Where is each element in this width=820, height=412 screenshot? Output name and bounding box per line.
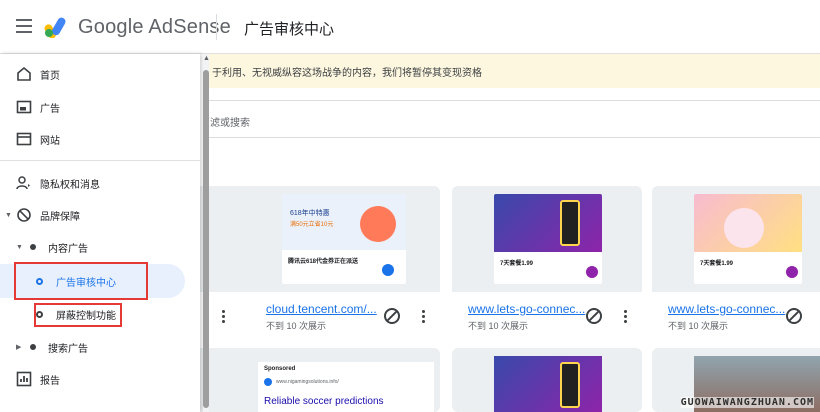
expand-arrow-icon[interactable]: ▶ [16, 343, 21, 351]
filter-placeholder: 滤或搜索 [210, 118, 250, 129]
sidebar-item-label: 网站 [40, 135, 60, 147]
ad-preview: 7天套餐1.99 [452, 186, 642, 292]
sidebar-item-home[interactable]: 首页 [0, 59, 200, 89]
ad-url-link[interactable]: www.lets-go-connec... [668, 302, 785, 316]
impressions-text: 不到 10 次展示 [266, 321, 327, 331]
sidebar-nav: 首页 广告 网站 隐私权和消息 ▼ 品牌保障 ▼ 内容广告 广告审核中心 屏蔽控… [0, 54, 200, 412]
sidebar-divider [0, 160, 200, 161]
ad-headline-link[interactable]: Reliable soccer predictions [264, 396, 384, 407]
ad-title: 7天套餐1.99 [700, 261, 734, 267]
page-title: 广告审核中心 [244, 21, 335, 38]
ad-card[interactable] [452, 348, 642, 412]
highlight-box [14, 262, 148, 300]
more-options-icon[interactable] [624, 310, 628, 324]
ad-url-link[interactable]: cloud.tencent.com/... [266, 302, 377, 316]
expand-arrow-icon[interactable]: ▼ [16, 244, 23, 251]
ad-headline: 618年中特惠 [290, 210, 330, 217]
ads-icon [16, 100, 32, 114]
sidebar-item-label: 内容广告 [48, 243, 88, 255]
sidebar-item-ads[interactable]: 广告 [0, 92, 200, 122]
sidebar-item-search-ads[interactable]: ▶ 搜索广告 [0, 332, 200, 362]
block-ad-icon[interactable] [384, 308, 400, 324]
sidebar-item-label: 搜索广告 [48, 343, 88, 355]
ad-creative: 7天套餐1.99 [494, 194, 602, 284]
sidebar-item-privacy-messaging[interactable]: 隐私权和消息 [0, 168, 200, 198]
sidebar-scroll-thumb[interactable] [203, 70, 209, 408]
header-divider [216, 14, 217, 40]
hamburger-menu-icon[interactable] [16, 19, 32, 33]
ad-card[interactable]: 7天套餐1.99 www.lets-go-connec... 不到 10 次展示 [652, 186, 820, 346]
ad-arrow-icon [382, 264, 394, 276]
bullet-icon [30, 244, 36, 250]
highlight-box [34, 303, 122, 327]
ad-creative: 7天套餐1.99 [694, 194, 802, 284]
more-options-icon[interactable] [222, 310, 226, 324]
sidebar-item-label: 首页 [40, 70, 60, 82]
watermark: GUOWAIWANGZHUAN.COM [680, 397, 814, 408]
more-options-icon[interactable] [422, 310, 426, 324]
notice-text: 于利用、无视威纵容这场战争的内容，我们将暂停其变现资格 [212, 68, 482, 79]
ad-title: 7天套餐1.99 [500, 261, 534, 267]
impressions-text: 不到 10 次展示 [668, 321, 729, 331]
impressions-text: 不到 10 次展示 [468, 321, 529, 331]
ad-preview: 618年中特惠 满50元立省10元 腾讯云618代金券正在派送 [250, 186, 440, 292]
reports-icon [16, 371, 32, 387]
privacy-messaging-icon [16, 176, 30, 190]
bullet-icon [30, 344, 36, 350]
adsense-logo-icon [44, 17, 66, 38]
sidebar-item-label: 品牌保障 [40, 211, 80, 223]
sidebar-item-label: 广告 [40, 103, 60, 115]
scroll-up-arrow-icon[interactable]: ▲ [203, 55, 210, 62]
sidebar-item-label: 报告 [40, 375, 60, 387]
ad-url-link[interactable]: www.lets-go-connec... [468, 302, 585, 316]
brand-name: Google AdSense [78, 16, 231, 38]
ad-arrow-icon [586, 266, 598, 278]
ad-creative: 618年中特惠 满50元立省10元 腾讯云618代金券正在派送 [282, 194, 406, 284]
ad-card[interactable]: Sponsored www.nigamingsolutions.info/ Re… [250, 348, 440, 412]
ad-creative: Sponsored www.nigamingsolutions.info/ Re… [258, 362, 434, 412]
top-app-bar: Google AdSense 广告审核中心 [0, 0, 820, 54]
sidebar-item-sites[interactable]: 网站 [0, 124, 200, 154]
ad-card[interactable]: 7天套餐1.99 www.lets-go-connec... 不到 10 次展示 [452, 186, 642, 346]
expand-arrow-icon[interactable]: ▼ [5, 212, 12, 219]
ad-card[interactable]: 618年中特惠 满50元立省10元 腾讯云618代金券正在派送 cloud.te… [250, 186, 440, 346]
sidebar-item-content-ads[interactable]: ▼ 内容广告 [0, 232, 200, 262]
notice-banner: 于利用、无视威纵容这场战争的内容，我们将暂停其变现资格 [208, 54, 820, 88]
home-icon [17, 66, 31, 81]
filter-bar[interactable]: 滤或搜索 [208, 100, 820, 138]
sites-icon [16, 132, 32, 146]
ad-arrow-icon [786, 266, 798, 278]
ad-subtext: 满50元立省10元 [290, 222, 334, 228]
block-ad-icon[interactable] [786, 308, 802, 324]
ad-title: 腾讯云618代金券正在派送 [288, 259, 359, 265]
sidebar-item-label: 隐私权和消息 [40, 179, 100, 191]
sidebar-item-brand-safety[interactable]: ▼ 品牌保障 [0, 200, 200, 230]
ad-preview: 7天套餐1.99 [652, 186, 820, 292]
ad-site-url: www.nigamingsolutions.info/ [276, 379, 339, 385]
ad-creative [494, 356, 602, 412]
sidebar-item-reports[interactable]: 报告 [0, 364, 200, 394]
block-ad-icon[interactable] [586, 308, 602, 324]
sponsored-label: Sponsored [264, 366, 296, 372]
site-favicon-icon [264, 378, 272, 386]
block-icon [17, 208, 31, 222]
